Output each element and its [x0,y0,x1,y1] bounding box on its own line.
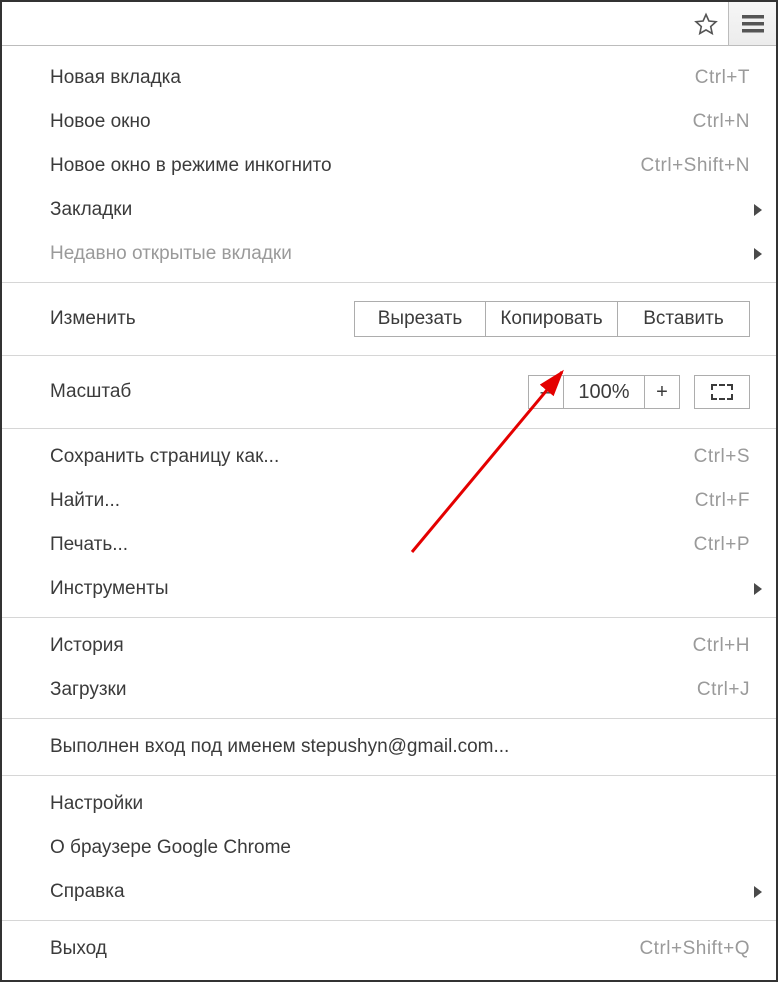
menu-item-label: Новое окно в режиме инкогнито [50,155,332,177]
toolbar [2,2,776,46]
cut-button[interactable]: Вырезать [354,301,486,337]
separator [2,920,776,921]
menu-item-label: Печать... [50,534,128,556]
menu-item-signed-in[interactable]: Выполнен вход под именем stepushyn@gmail… [2,725,776,769]
separator [2,428,776,429]
menu-item-shortcut: Ctrl+F [695,490,750,512]
separator [2,775,776,776]
menu-item-tools[interactable]: Инструменты [2,567,776,611]
menu-item-label: Инструменты [50,578,168,600]
menu-item-shortcut: Ctrl+Shift+Q [639,938,750,960]
menu-item-label: Закладки [50,199,132,221]
separator [2,282,776,283]
menu-item-label: Новая вкладка [50,67,181,89]
menu-item-shortcut: Ctrl+J [697,679,750,701]
edit-label: Изменить [50,308,136,330]
menu-item-shortcut: Ctrl+T [695,67,750,89]
menu-item-new-window[interactable]: Новое окно Ctrl+N [2,100,776,144]
menu-item-shortcut: Ctrl+N [693,111,750,133]
menu-item-history[interactable]: История Ctrl+H [2,624,776,668]
menu-item-settings[interactable]: Настройки [2,782,776,826]
main-menu-button[interactable] [728,2,776,45]
menu-item-print[interactable]: Печать... Ctrl+P [2,523,776,567]
menu-item-bookmarks[interactable]: Закладки [2,188,776,232]
menu-row-edit: Изменить Вырезать Копировать Вставить [2,289,776,349]
menu-item-incognito[interactable]: Новое окно в режиме инкогнито Ctrl+Shift… [2,144,776,188]
menu-item-label: Выход [50,938,107,960]
hamburger-icon [742,15,764,33]
chevron-right-icon [754,583,762,595]
menu-item-shortcut: Ctrl+S [694,446,750,468]
menu-item-label: Настройки [50,793,143,815]
menu-item-save-page[interactable]: Сохранить страницу как... Ctrl+S [2,435,776,479]
chevron-right-icon [754,248,762,260]
separator [2,718,776,719]
menu-item-label: Недавно открытые вкладки [50,243,292,265]
menu-item-downloads[interactable]: Загрузки Ctrl+J [2,668,776,712]
menu-item-shortcut: Ctrl+H [693,635,750,657]
chevron-right-icon [754,204,762,216]
separator [2,355,776,356]
menu-item-label: Выполнен вход под именем stepushyn@gmail… [50,736,509,758]
menu-row-zoom: Масштаб – 100% + [2,362,776,422]
bookmark-star-icon[interactable] [684,2,728,45]
menu-item-exit[interactable]: Выход Ctrl+Shift+Q [2,927,776,971]
menu-item-label: Сохранить страницу как... [50,446,279,468]
zoom-in-button[interactable]: + [644,375,680,409]
menu-item-label: История [50,635,124,657]
fullscreen-button[interactable] [694,375,750,409]
menu-item-new-tab[interactable]: Новая вкладка Ctrl+T [2,56,776,100]
chevron-right-icon [754,886,762,898]
paste-button[interactable]: Вставить [618,301,750,337]
menu-item-shortcut: Ctrl+P [694,534,750,556]
menu-item-label: Справка [50,881,125,903]
zoom-value: 100% [564,375,644,409]
menu-item-help[interactable]: Справка [2,870,776,914]
menu-item-shortcut: Ctrl+Shift+N [641,155,750,177]
menu-item-about[interactable]: О браузере Google Chrome [2,826,776,870]
menu-item-label: Новое окно [50,111,151,133]
zoom-label: Масштаб [50,381,131,403]
separator [2,617,776,618]
menu-item-recent-tabs: Недавно открытые вкладки [2,232,776,276]
chrome-menu-window: Новая вкладка Ctrl+T Новое окно Ctrl+N Н… [0,0,778,982]
menu-item-label: Найти... [50,490,120,512]
menu-item-label: О браузере Google Chrome [50,837,291,859]
menu-item-label: Загрузки [50,679,126,701]
copy-button[interactable]: Копировать [486,301,618,337]
menu-item-find[interactable]: Найти... Ctrl+F [2,479,776,523]
zoom-out-button[interactable]: – [528,375,564,409]
fullscreen-icon [711,384,733,400]
main-menu: Новая вкладка Ctrl+T Новое окно Ctrl+N Н… [2,46,776,980]
